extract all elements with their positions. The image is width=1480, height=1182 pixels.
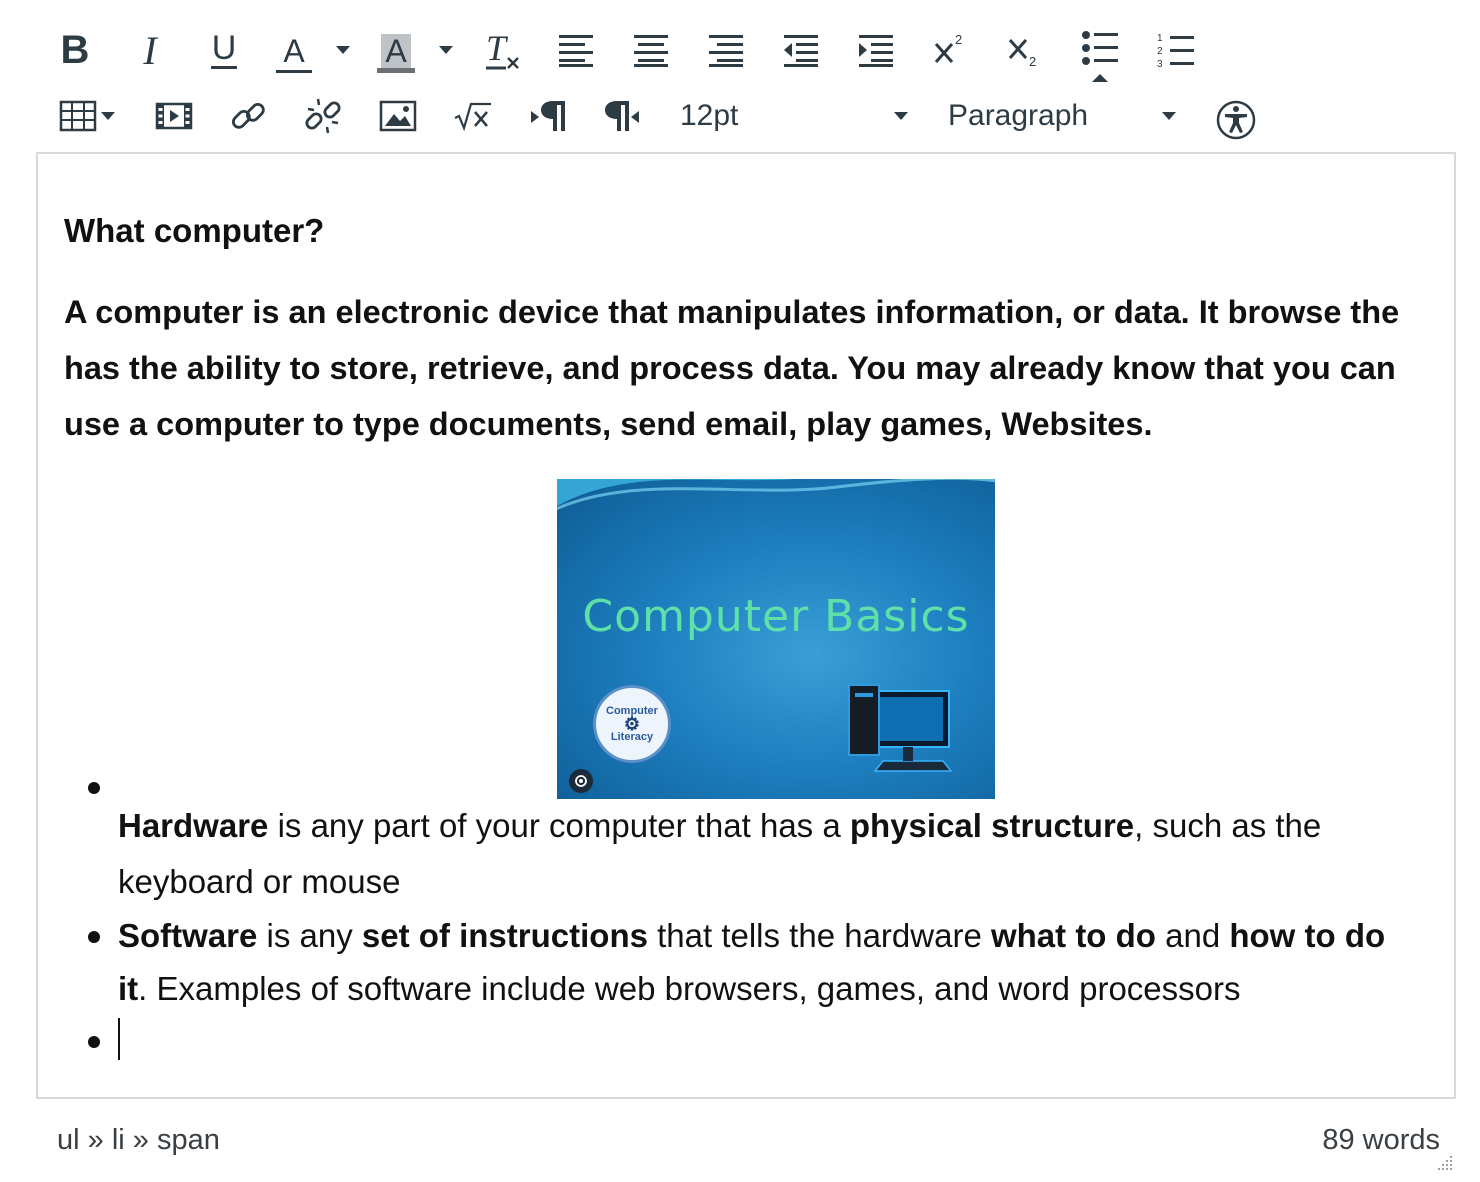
bold-button[interactable]: B: [55, 28, 95, 72]
background-color-swatch: [377, 67, 415, 73]
align-center-button[interactable]: [631, 30, 671, 70]
background-color-button[interactable]: A: [376, 28, 416, 78]
table-button[interactable]: [54, 96, 120, 136]
bold-term: physical structure: [849, 807, 1135, 844]
square-root-icon: [454, 102, 491, 132]
list-text: is any part of your computer that has a: [268, 807, 850, 844]
equation-button[interactable]: [452, 96, 494, 136]
list-text: and: [1155, 917, 1230, 954]
list-text: that tells the hardware: [647, 917, 991, 954]
underline-button[interactable]: U: [204, 28, 244, 72]
bold-term: set of instructions: [361, 917, 648, 954]
svg-text:2: 2: [955, 32, 962, 47]
bold-term: how to do: [1229, 917, 1386, 954]
image-button[interactable]: [378, 96, 418, 136]
link-button[interactable]: [228, 96, 268, 136]
underline-icon: U: [211, 29, 237, 67]
list-text: is any: [257, 917, 362, 954]
right-to-left-icon: [605, 101, 639, 131]
bold-icon: B: [60, 27, 90, 72]
superscript-button[interactable]: 2: [930, 28, 970, 72]
svg-text:1: 1: [1157, 33, 1163, 44]
svg-text:2: 2: [1029, 54, 1036, 69]
ltr-button[interactable]: [528, 94, 568, 138]
link-icon: [231, 102, 265, 129]
align-right-button[interactable]: [706, 30, 746, 70]
subscript-button[interactable]: 2: [1004, 28, 1044, 72]
font-size-value: 12pt: [680, 99, 739, 132]
resize-handle-icon[interactable]: [1434, 1154, 1454, 1174]
image-icon: [379, 100, 417, 132]
superscript-icon: 2: [934, 32, 962, 63]
indent-icon: [859, 35, 893, 67]
text-color-button[interactable]: A: [274, 28, 314, 78]
accessibility-checker-button[interactable]: [1214, 98, 1258, 142]
word-count: 89 words: [1322, 1124, 1440, 1156]
numbered-list-icon: 1 2 3: [1157, 33, 1194, 70]
subscript-icon: 2: [1008, 39, 1036, 69]
table-icon: [59, 100, 97, 132]
svg-text:2: 2: [1157, 46, 1163, 57]
element-path[interactable]: ul » li » span: [57, 1124, 220, 1157]
chevron-down-icon: [101, 112, 115, 120]
list-item-line: keyboard or mouse: [118, 863, 401, 900]
left-to-right-icon: [531, 101, 565, 131]
outdent-icon: [784, 35, 818, 67]
unlink-button[interactable]: [303, 96, 343, 136]
text-cursor: [118, 1018, 120, 1060]
italic-button[interactable]: I: [130, 27, 170, 73]
bullet-list: Hardware is any part of your computer th…: [38, 154, 1454, 1097]
numbered-list-button[interactable]: 1 2 3: [1154, 28, 1198, 74]
bold-term: Hardware: [118, 807, 269, 844]
chevron-down-icon: [1162, 112, 1176, 120]
align-left-icon: [559, 35, 593, 67]
align-right-icon: [709, 35, 743, 67]
text-color-icon: A: [283, 32, 305, 69]
list-item-line: Software is any set of instructions that…: [118, 909, 1438, 962]
block-format-value: Paragraph: [948, 99, 1089, 132]
text-color-swatch: [276, 69, 312, 73]
editor-content-area[interactable]: What computer? A computer is an electron…: [36, 152, 1456, 1099]
block-format-select[interactable]: Paragraph: [948, 96, 1178, 136]
list-text: . Examples of software include web brows…: [138, 970, 1241, 1007]
bullet-list-icon: [1082, 31, 1118, 82]
bold-term: Software: [118, 917, 258, 954]
background-color-icon: A: [381, 33, 411, 68]
bullet-list-button[interactable]: [1078, 28, 1122, 84]
list-text: , such as the: [1134, 807, 1322, 844]
bold-term: what to do: [990, 917, 1156, 954]
clear-formatting-button[interactable]: T: [480, 28, 524, 74]
svg-text:3: 3: [1157, 59, 1163, 70]
bold-term: it: [118, 970, 139, 1007]
film-icon: [155, 102, 193, 130]
list-bullet: [88, 782, 100, 794]
list-item-line: it. Examples of software include web bro…: [118, 962, 1438, 1015]
indent-button[interactable]: [856, 30, 896, 70]
list-bullet: [88, 1036, 100, 1048]
list-item-hardware: Hardware is any part of your computer th…: [118, 798, 1418, 910]
text-color-dropdown[interactable]: [332, 40, 354, 60]
accessibility-icon: [1216, 100, 1256, 140]
align-left-button[interactable]: [556, 30, 596, 70]
italic-icon: I: [143, 27, 157, 73]
list-item-software: Software is any set of instructions that…: [118, 909, 1438, 1015]
background-color-dropdown[interactable]: [435, 40, 457, 60]
outdent-button[interactable]: [781, 30, 821, 70]
clear-formatting-icon: T: [486, 30, 519, 70]
unlink-icon: [305, 98, 341, 134]
chevron-down-icon: [336, 46, 350, 54]
svg-text:T: T: [486, 30, 509, 68]
chevron-down-icon: [894, 112, 908, 120]
align-center-icon: [634, 35, 668, 67]
list-item-line: Hardware is any part of your computer th…: [118, 798, 1418, 854]
rtl-button[interactable]: [602, 94, 642, 138]
underline-bar: [211, 66, 237, 69]
font-size-select[interactable]: 12pt: [680, 96, 912, 136]
toolbar-row-1: B I U A A T 2 2 1 2 3: [0, 20, 1480, 82]
toolbar-row-2: 12pt Paragraph: [0, 86, 1480, 146]
chevron-down-icon: [439, 46, 453, 54]
list-bullet: [88, 931, 100, 943]
media-button[interactable]: [154, 96, 194, 136]
